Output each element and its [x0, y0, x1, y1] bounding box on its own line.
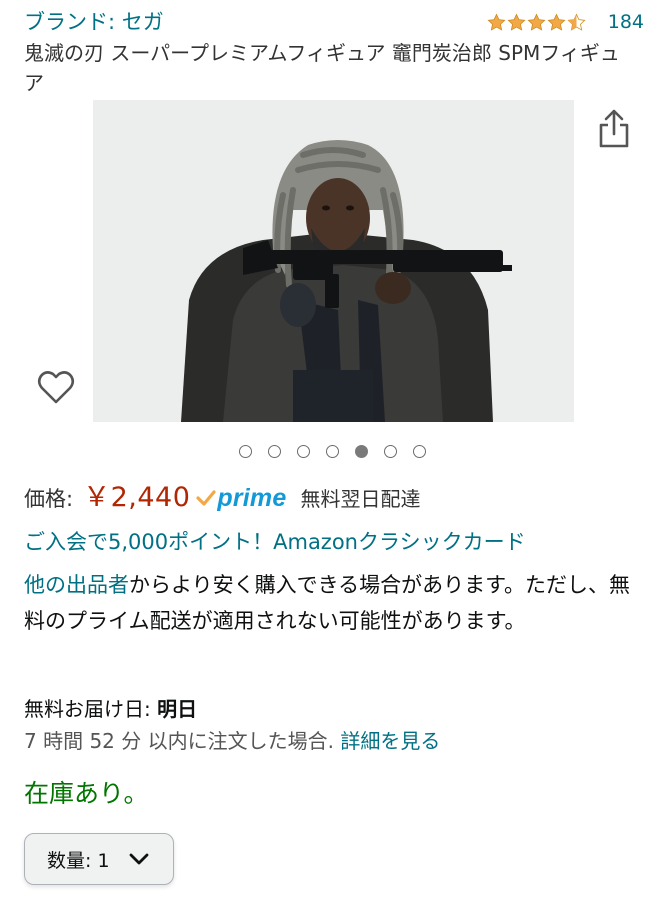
review-count[interactable]: 184	[608, 11, 644, 33]
chevron-down-icon	[129, 853, 148, 865]
star-half-icon	[567, 13, 586, 31]
product-photo	[93, 100, 574, 422]
image-carousel-indicator[interactable]	[0, 445, 664, 458]
product-title: 鬼滅の刃 スーパープレミアムフィギュア 竈門炭治郎 SPMフィギュア	[24, 41, 620, 95]
carousel-dot[interactable]	[296, 445, 310, 458]
heart-icon[interactable]	[36, 368, 76, 408]
star-full-icon	[487, 13, 506, 31]
cutoff-text: 7 時間 52 分 以内に注文した場合.	[24, 729, 334, 753]
quantity-dropdown[interactable]: 数量: 1	[24, 833, 174, 885]
delivery-info: 無料お届け日: 明日	[24, 692, 197, 726]
delivery-date: 明日	[157, 697, 198, 721]
star-full-icon	[507, 13, 526, 31]
carousel-dot[interactable]	[412, 445, 426, 458]
price-value: ￥2,440	[83, 482, 191, 513]
prime-check-icon	[196, 490, 216, 506]
rating-stars	[487, 13, 586, 32]
star-full-icon	[547, 13, 566, 31]
prime-text: prime	[217, 484, 287, 512]
quantity-label: 数量: 1	[47, 849, 110, 872]
price-label: 価格:	[24, 487, 74, 511]
product-image[interactable]	[93, 100, 574, 422]
details-link[interactable]: 詳細を見る	[340, 729, 440, 753]
prime-badge: prime	[196, 484, 286, 513]
carousel-dot[interactable]	[238, 445, 252, 458]
other-sellers-link[interactable]: 他の出品者	[24, 573, 129, 597]
card-promo-link[interactable]: ご入会で5,000ポイント！Amazonクラシックカード	[24, 526, 526, 558]
other-sellers-notice: 他の出品者からより安く購入できる場合があります。ただし、無料のプライム配送が適用…	[24, 567, 640, 639]
price-row: 価格: ￥2,440 prime 無料翌日配達	[24, 475, 420, 513]
share-icon[interactable]	[594, 108, 634, 150]
carousel-dot[interactable]	[267, 445, 281, 458]
rating-summary[interactable]: 184	[487, 8, 644, 36]
delivery-label: 無料お届け日:	[24, 697, 158, 721]
carousel-dot[interactable]	[354, 445, 368, 458]
delivery-tag: 無料翌日配達	[300, 487, 421, 511]
star-full-icon	[527, 13, 546, 31]
brand-link[interactable]: ブランド: セガ	[24, 8, 164, 36]
carousel-dot[interactable]	[325, 445, 339, 458]
carousel-dot[interactable]	[383, 445, 397, 458]
stock-status: 在庫あり。	[24, 779, 149, 808]
delivery-cutoff: 7 時間 52 分 以内に注文した場合. 詳細を見る	[24, 724, 440, 758]
